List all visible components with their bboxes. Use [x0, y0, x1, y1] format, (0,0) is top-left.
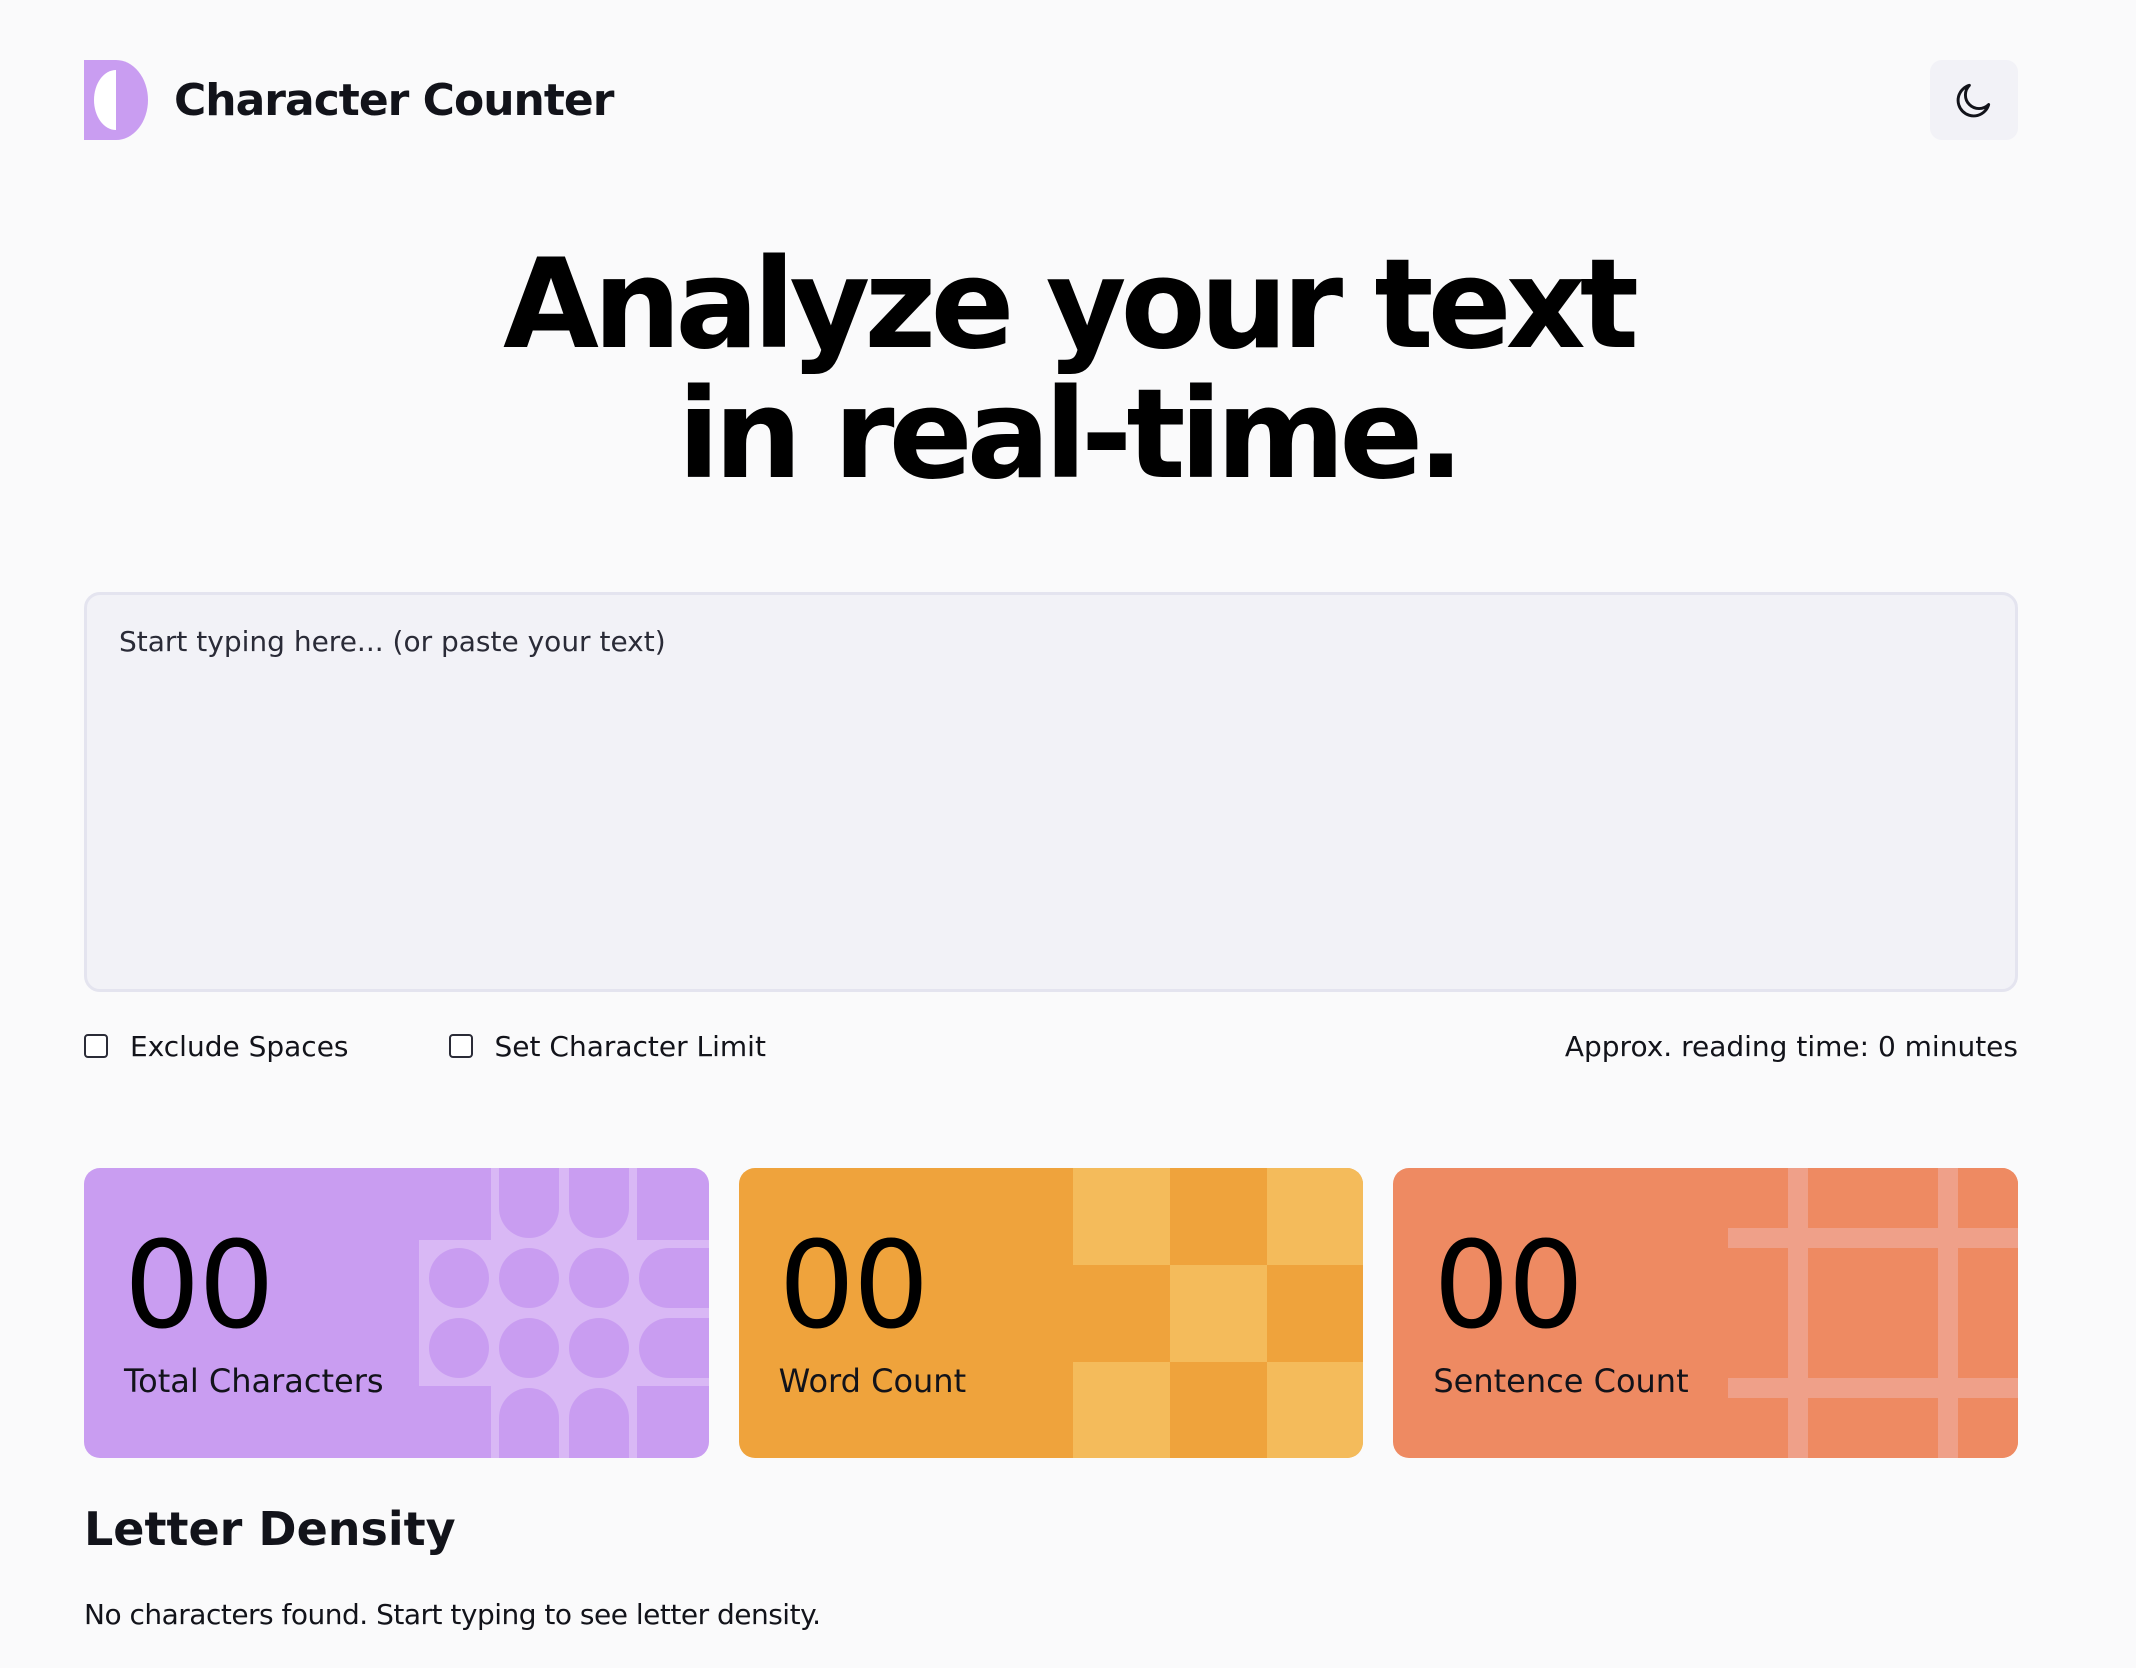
reading-time: Approx. reading time: 0 minutes [1564, 1029, 2018, 1063]
grid-pattern-decoration [1728, 1168, 2019, 1458]
sentence-count-value: 00 [1433, 1217, 1584, 1356]
moon-icon [1956, 83, 1991, 118]
hero-line-2: in real-time. [677, 363, 1464, 507]
word-count-card: 00 Word Count [738, 1168, 1364, 1458]
options-row: Exclude Spaces Set Character Limit Appro… [84, 1028, 2018, 1064]
header: Character Counter [84, 60, 2018, 140]
character-limit-option[interactable]: Set Character Limit [448, 1029, 766, 1063]
word-count-value: 00 [778, 1217, 930, 1356]
checker-pattern-decoration [1073, 1168, 1364, 1458]
sentence-count-card: 00 Sentence Count [1393, 1168, 2019, 1458]
exclude-spaces-label: Exclude Spaces [130, 1029, 349, 1063]
brand[interactable]: Character Counter [84, 60, 614, 140]
letter-density-title: Letter Density [84, 1502, 456, 1556]
character-counter-logo-icon [84, 60, 148, 140]
total-characters-value: 00 [124, 1217, 275, 1356]
exclude-spaces-option[interactable]: Exclude Spaces [84, 1030, 349, 1063]
total-characters-card: 00 Total Characters [84, 1168, 709, 1458]
hero-line-1: Analyze your text [503, 233, 1639, 377]
sentence-count-label: Sentence Count [1433, 1362, 1689, 1400]
total-characters-label: Total Characters [124, 1362, 384, 1400]
letter-density-empty-message: No characters found. Start typing to see… [84, 1598, 821, 1631]
character-limit-label: Set Character Limit [494, 1029, 766, 1063]
character-limit-checkbox[interactable] [448, 1034, 473, 1058]
text-input-container [84, 592, 2018, 992]
circle-pattern-decoration [418, 1168, 709, 1458]
text-input[interactable] [119, 625, 1983, 959]
hero-heading: Analyze your text in real-time. [0, 240, 2136, 500]
theme-toggle-button[interactable] [1930, 60, 2018, 140]
word-count-label: Word Count [778, 1362, 967, 1400]
exclude-spaces-checkbox[interactable] [84, 1034, 108, 1058]
app-title: Character Counter [174, 74, 614, 126]
stats-cards: 00 Total Characters 00 Word Count 00 Sen… [84, 1168, 2019, 1458]
